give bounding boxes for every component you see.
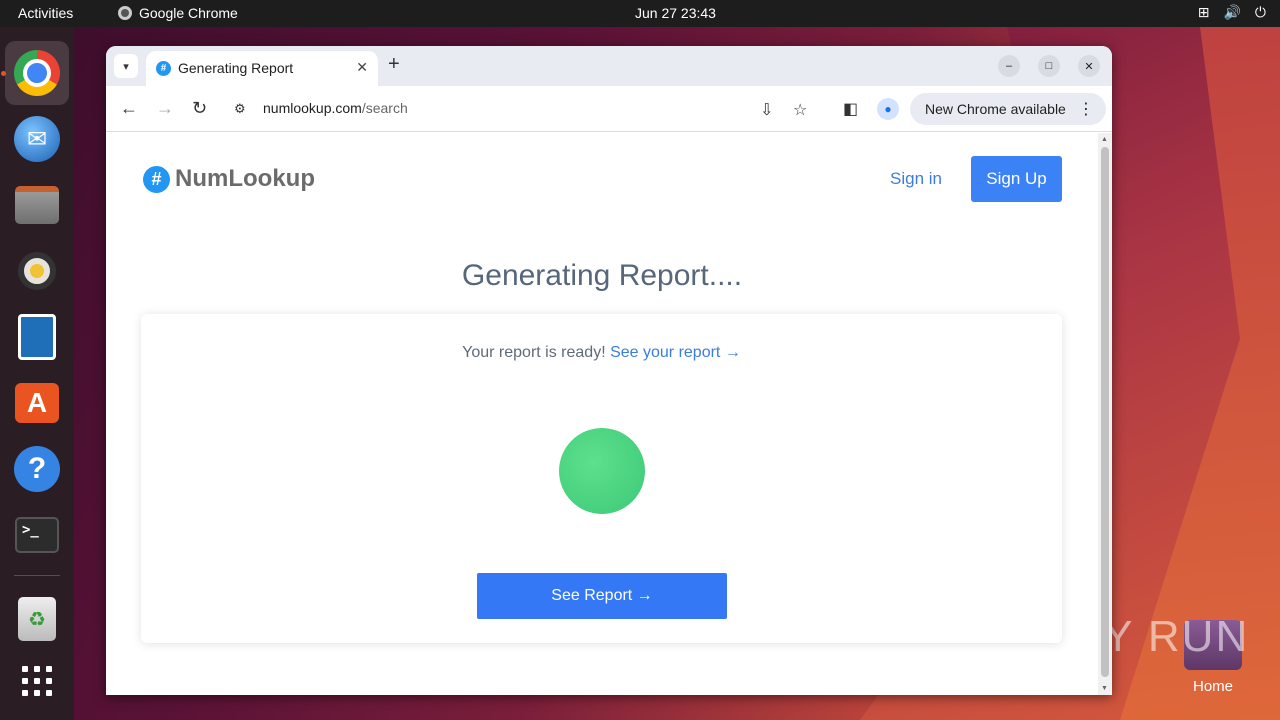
- dock-files[interactable]: [5, 173, 69, 237]
- dock-terminal[interactable]: >_: [5, 503, 69, 567]
- browser-window: ▾ # Generating Report ✕ + – □ ✕ ← → ↻ ⚙ …: [106, 46, 1112, 695]
- help-icon: ?: [14, 446, 60, 492]
- terminal-icon: >_: [15, 517, 59, 553]
- sign-in-link[interactable]: Sign in: [890, 169, 942, 189]
- sign-up-button[interactable]: Sign Up: [971, 156, 1062, 202]
- dock: ✉ A ? >_ ♻: [0, 27, 74, 720]
- scroll-up-icon[interactable]: ▲: [1101, 136, 1108, 143]
- reload-button[interactable]: ↻: [192, 98, 207, 119]
- see-report-button[interactable]: See Report →: [477, 573, 727, 619]
- report-ready-message: Your report is ready! See your report →: [141, 344, 1062, 362]
- trash-icon: ♻: [18, 597, 56, 641]
- scroll-thumb[interactable]: [1101, 147, 1109, 677]
- forward-button[interactable]: →: [156, 98, 174, 119]
- new-tab-button[interactable]: +: [388, 53, 400, 76]
- dock-help[interactable]: ?: [5, 437, 69, 501]
- site-info-icon[interactable]: ⚙: [234, 101, 246, 117]
- maximize-button[interactable]: □: [1038, 55, 1060, 77]
- dock-trash[interactable]: ♻: [5, 587, 69, 651]
- back-button[interactable]: ←: [120, 98, 138, 119]
- tab-title: Generating Report: [178, 60, 294, 76]
- dock-chrome[interactable]: [5, 41, 69, 105]
- rhythmbox-icon: [18, 252, 56, 290]
- dock-writer[interactable]: [5, 305, 69, 369]
- dock-separator: [14, 575, 60, 576]
- web-page: # NumLookup Sign in Sign Up Generating R…: [106, 133, 1098, 695]
- logo-text: NumLookup: [175, 165, 315, 192]
- address-bar[interactable]: ⚙ numlookup.com/search: [224, 93, 824, 125]
- ready-text: Your report is ready!: [462, 344, 606, 361]
- dock-app-center[interactable]: A: [5, 371, 69, 435]
- browser-toolbar: ← → ↻ ⚙ numlookup.com/search ⇩ ☆ ◧ ● New…: [106, 86, 1112, 132]
- top-bar: Activities Google Chrome Jun 27 23:43 ⊞ …: [0, 0, 1280, 27]
- url-host: numlookup.com: [263, 100, 362, 116]
- side-panel-icon[interactable]: ◧: [843, 99, 858, 119]
- home-label[interactable]: Home: [1180, 678, 1246, 695]
- tab-search-button[interactable]: ▾: [114, 54, 138, 78]
- url-path: /search: [361, 100, 408, 116]
- update-chip-label: New Chrome available: [925, 101, 1066, 117]
- network-icon[interactable]: ⊞: [1198, 4, 1210, 21]
- chrome-small-icon: [118, 6, 132, 20]
- app-name: Google Chrome: [139, 5, 238, 21]
- favicon-icon: #: [156, 61, 171, 76]
- bookmark-star-icon[interactable]: ☆: [793, 100, 807, 120]
- profile-avatar-icon[interactable]: ●: [877, 98, 899, 120]
- page-title: Generating Report....: [461, 259, 743, 292]
- report-card: Your report is ready! See your report → …: [141, 314, 1062, 643]
- close-window-button[interactable]: ✕: [1078, 55, 1100, 77]
- dock-thunderbird[interactable]: ✉: [5, 107, 69, 171]
- writer-icon: [18, 314, 56, 360]
- activities-button[interactable]: Activities: [18, 5, 73, 21]
- numlookup-logo[interactable]: # NumLookup: [143, 165, 315, 193]
- close-tab-icon[interactable]: ✕: [356, 59, 368, 76]
- tab-strip: ▾ # Generating Report ✕ + – □ ✕: [106, 46, 1112, 86]
- install-app-icon[interactable]: ⇩: [760, 100, 773, 120]
- status-circle: [559, 428, 645, 514]
- thunderbird-icon: ✉: [14, 116, 60, 162]
- url-text[interactable]: numlookup.com/search: [263, 100, 408, 116]
- show-apps-icon: [20, 664, 54, 698]
- dock-show-apps[interactable]: [5, 649, 69, 713]
- system-tray[interactable]: ⊞ 🔊 ⏻: [1198, 4, 1266, 21]
- scroll-down-icon[interactable]: ▼: [1101, 685, 1108, 692]
- minimize-button[interactable]: –: [998, 55, 1020, 77]
- menu-kebab-icon: ⋮: [1078, 101, 1094, 118]
- see-your-report-link[interactable]: See your report →: [610, 344, 741, 361]
- power-icon[interactable]: ⏻: [1255, 4, 1266, 21]
- app-menu[interactable]: Google Chrome: [118, 5, 238, 21]
- chrome-icon: [14, 50, 60, 96]
- dock-rhythmbox[interactable]: [5, 239, 69, 303]
- hash-logo-icon: #: [143, 165, 170, 193]
- app-center-icon: A: [15, 383, 59, 423]
- page-scrollbar[interactable]: ▲ ▼: [1098, 133, 1112, 695]
- chrome-update-button[interactable]: New Chrome available ⋮: [910, 93, 1106, 125]
- tab-generating-report[interactable]: # Generating Report ✕: [146, 51, 378, 86]
- files-icon: [15, 186, 59, 224]
- volume-icon[interactable]: 🔊: [1223, 4, 1240, 21]
- clock[interactable]: Jun 27 23:43: [635, 5, 716, 21]
- chevron-down-icon: ▾: [123, 60, 129, 73]
- running-indicator: [1, 71, 6, 76]
